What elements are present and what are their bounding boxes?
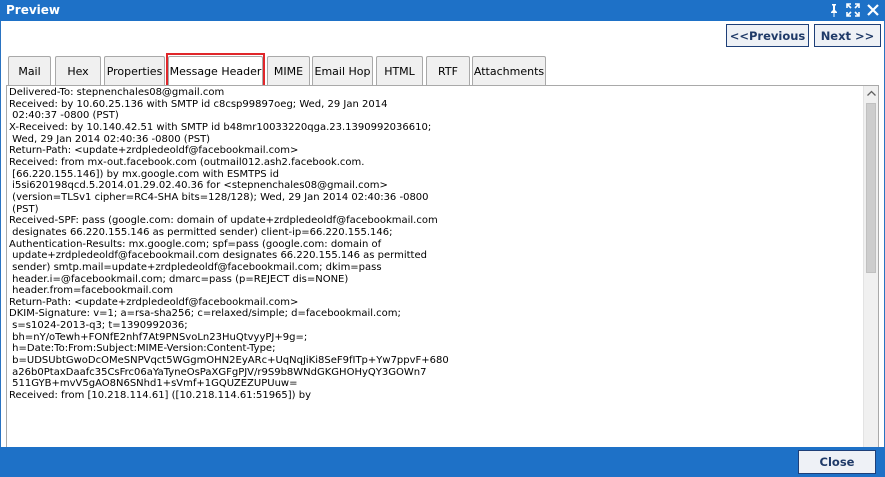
pin-icon[interactable] [826, 2, 842, 18]
header-line: Return-Path: <update+zrdpledeoldf@facebo… [9, 296, 299, 308]
header-line: Received: from [10.218.114.61] ([10.218.… [9, 390, 312, 402]
message-header-text: Delivered-To: stepnenchales08@gmail.com … [9, 87, 862, 458]
close-button[interactable]: Close [798, 450, 876, 474]
window-title: Preview [6, 3, 61, 17]
header-line: update+zrdpledeoldf@facebookmail.com des… [9, 250, 427, 262]
tab-attachments[interactable]: Attachments [472, 56, 546, 85]
footer-bar: Close [0, 447, 885, 477]
header-line: s=s1024-2013-q3; t=1390992036; [9, 320, 188, 332]
vertical-scrollbar[interactable] [863, 86, 878, 459]
header-line: Return-Path: <update+zrdpledeoldf@facebo… [9, 145, 299, 157]
header-line: b=UDSUbtGwoDcOMeSNPVqct5WGgmOHN2EyARc+Uq… [9, 355, 449, 367]
scrollbar-thumb[interactable] [866, 103, 876, 273]
header-line: (PST) [9, 203, 39, 215]
header-text-box[interactable]: Delivered-To: stepnenchales08@gmail.com … [6, 85, 879, 460]
scroll-up-arrow-icon[interactable] [864, 86, 879, 100]
expand-icon[interactable] [845, 2, 861, 18]
title-bar: Preview [0, 0, 885, 21]
tab-hex[interactable]: Hex [55, 56, 101, 85]
header-line: i5si620198qcd.5.2014.01.29.02.40.36 for … [9, 180, 388, 192]
tab-strip: Mail Hex Properties Message Header MIME … [1, 53, 885, 88]
header-line: Wed, 29 Jan 2014 02:40:36 -0800 (PST) [9, 133, 211, 145]
header-line: designates 66.220.155.146 as permitted s… [9, 226, 393, 238]
previous-button[interactable]: <<Previous [726, 24, 809, 47]
header-line: a26b0PtaxDaafc35CsFrc06aYaTyneOsPaXGFgPJ… [9, 366, 427, 378]
header-line: h=Date:To:From:Subject:MIME-Version:Cont… [9, 343, 276, 355]
header-line: sender) smtp.mail=update+zrdpledeoldf@fa… [9, 261, 382, 273]
tab-mime[interactable]: MIME [267, 56, 310, 85]
tab-mail[interactable]: Mail [8, 56, 51, 85]
tab-email-hop[interactable]: Email Hop [312, 56, 373, 85]
preview-panel: <<Previous Next >> Mail Hex Properties M… [0, 21, 885, 460]
tab-properties[interactable]: Properties [104, 56, 165, 85]
header-line: Delivered-To: stepnenchales08@gmail.com [9, 87, 225, 98]
header-line: bh=nY/oTewh+FONfE2nhf7At9PNSvoLn23HuQtvy… [9, 331, 308, 343]
header-line: (version=TLSv1 cipher=RC4-SHA bits=128/1… [9, 191, 429, 203]
tab-message-header[interactable]: Message Header [168, 56, 263, 85]
header-line: 02:40:37 -0800 (PST) [9, 110, 119, 122]
header-line: Authentication-Results: mx.google.com; s… [9, 238, 382, 250]
next-button[interactable]: Next >> [814, 24, 881, 47]
tab-rtf[interactable]: RTF [426, 56, 470, 85]
header-line: [66.220.155.146]) by mx.google.com with … [9, 168, 279, 180]
header-line: Received-SPF: pass (google.com: domain o… [9, 215, 438, 227]
header-line: Received: by 10.60.25.136 with SMTP id c… [9, 98, 388, 110]
header-line: X-Received: by 10.140.42.51 with SMTP id… [9, 121, 432, 133]
header-line: header.from=facebookmail.com [9, 285, 173, 297]
header-line: header.i=@facebookmail.com; dmarc=pass (… [9, 273, 349, 285]
header-line: DKIM-Signature: v=1; a=rsa-sha256; c=rel… [9, 308, 401, 320]
header-line: Received: from mx-out.facebook.com (outm… [9, 156, 365, 168]
tab-html[interactable]: HTML [376, 56, 423, 85]
close-icon[interactable] [865, 2, 881, 18]
header-line: 511GYB+mvV5gAO8N6SNhd1+sVmf+1GQUZEZUPUuw… [9, 378, 298, 390]
